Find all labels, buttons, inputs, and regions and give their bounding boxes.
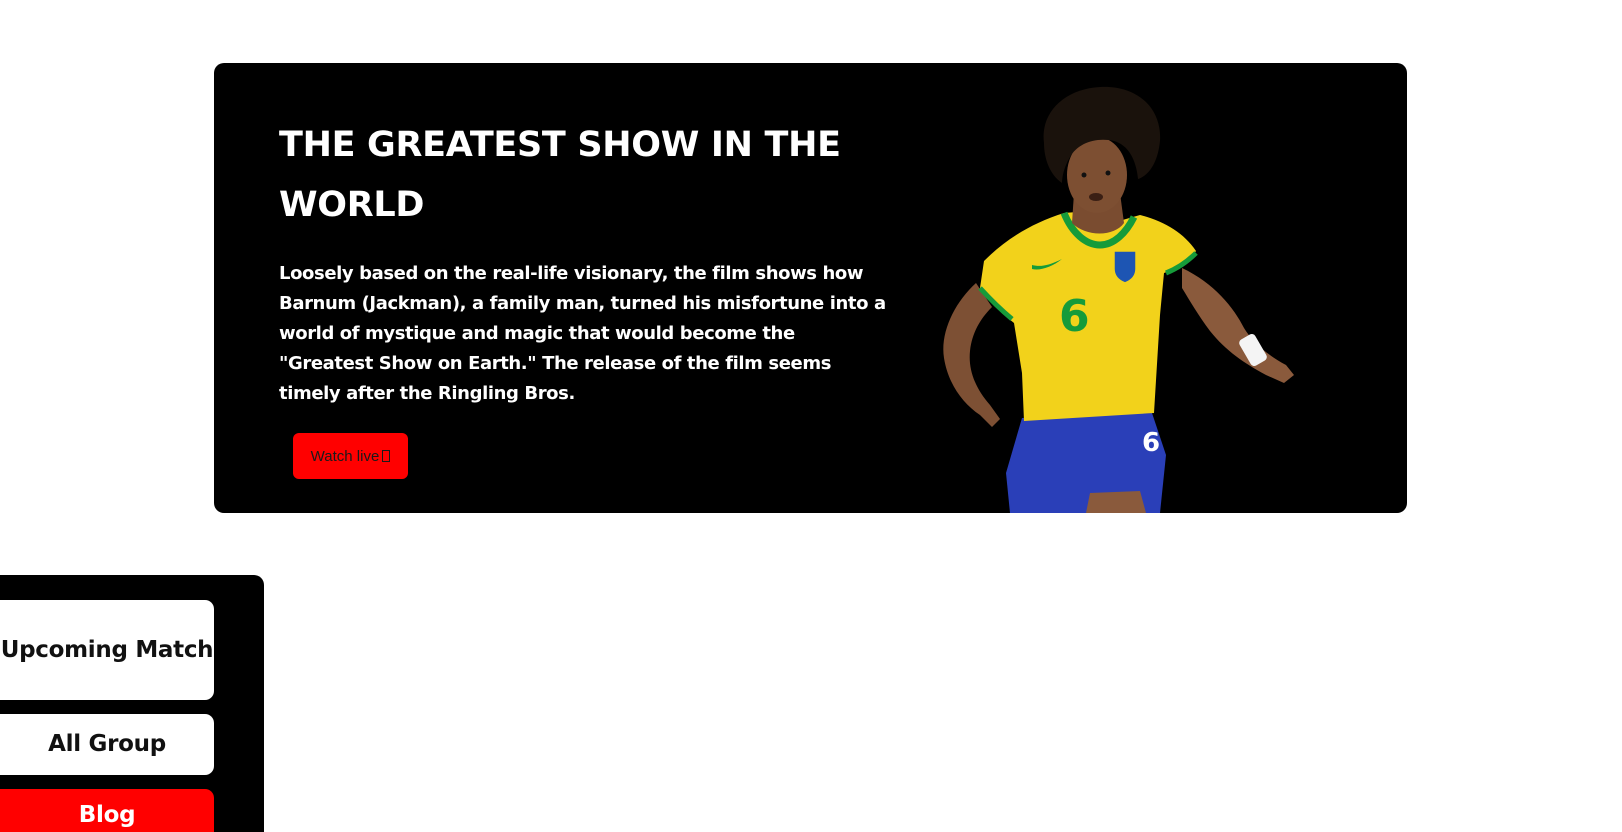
missing-glyph-icon [382,450,391,462]
jersey-crest [1113,250,1137,284]
sidebar-item-upcoming-match[interactable]: Upcoming Match [0,600,214,700]
watch-live-button[interactable]: Watch live [293,433,408,479]
player-mouth [1089,193,1103,201]
shorts-number: 6 [1142,428,1160,458]
hero-banner: THE GREATEST SHOW IN THE WORLD Loosely b… [214,63,1407,513]
page: THE GREATEST SHOW IN THE WORLD Loosely b… [0,0,1622,832]
sidebar-item-blog[interactable]: Blog [0,789,214,832]
watch-live-label: Watch live [310,447,380,465]
hero-description: Loosely based on the real-life visionary… [279,263,886,404]
player-image: 6 6 [943,86,1294,513]
player-left-arm [943,283,1000,427]
hero-title: THE GREATEST SHOW IN THE WORLD [279,125,841,225]
player-leg [1086,491,1146,513]
player-eye-right [1105,170,1111,176]
jersey-number: 6 [1059,291,1090,342]
player-right-arm [1182,268,1294,383]
sidebar-item-all-group[interactable]: All Group [0,714,214,775]
sidebar: Upcoming Match All Group Blog [0,575,264,832]
player-eye-left [1081,172,1087,178]
